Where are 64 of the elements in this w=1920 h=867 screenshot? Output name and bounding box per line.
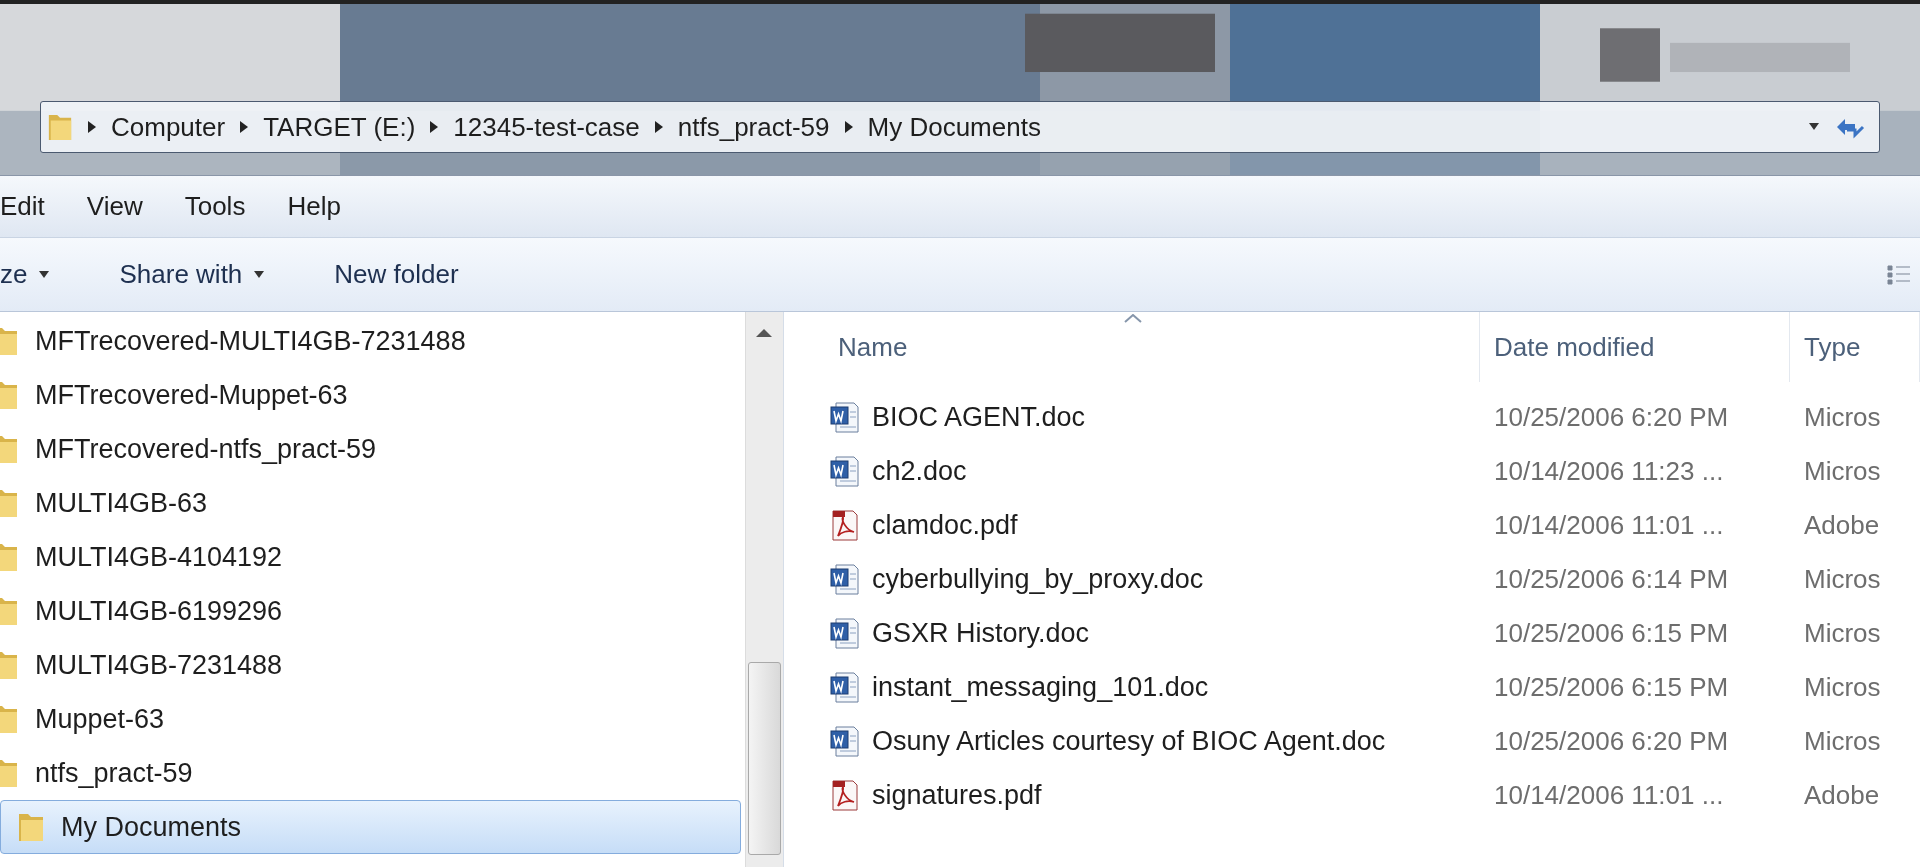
nav-folder-item[interactable]: Muppet-63	[0, 692, 741, 746]
date-modified: 10/25/2006 6:15 PM	[1493, 617, 1730, 649]
toolbar-button[interactable]: Share with	[119, 253, 265, 296]
file-name[interactable]: signatures.pdf	[872, 779, 1042, 811]
date-modified: 10/25/2006 6:14 PM	[1493, 563, 1730, 595]
breadcrumb-arrow-icon	[87, 121, 97, 133]
word-document-icon	[828, 616, 862, 650]
nav-folder-item[interactable]: MFTrecovered-ntfs_pract-59	[0, 422, 741, 476]
nav-folder-item[interactable]: MULTI4GB-6199296	[0, 584, 741, 638]
date-modified: 10/14/2006 11:23 ...	[1493, 455, 1725, 487]
date-modified: 10/14/2006 11:01 ...	[1493, 509, 1725, 541]
nav-folder-item[interactable]: MULTI4GB-63	[0, 476, 741, 530]
column-header[interactable]: Name	[824, 312, 1480, 382]
word-document-icon	[828, 724, 862, 758]
file-name[interactable]: clamdoc.pdf	[872, 509, 1018, 541]
column-header[interactable]: Date modified	[1480, 312, 1790, 382]
nav-folder-item[interactable]: MFTrecovered-MULTI4GB-7231488	[0, 314, 741, 368]
file-type: Micros	[1803, 725, 1882, 757]
breadcrumb-arrow-icon	[843, 121, 854, 133]
breadcrumb-arrow-icon	[653, 121, 664, 133]
date-modified: 10/25/2006 6:20 PM	[1493, 401, 1730, 433]
breadcrumb[interactable]: 12345-test-case	[453, 111, 640, 143]
file-name[interactable]: GSXR History.doc	[872, 617, 1090, 649]
file-type: Micros	[1803, 671, 1882, 703]
breadcrumb[interactable]: TARGET (E:)	[263, 111, 416, 143]
file-name[interactable]: instant_messaging_101.doc	[872, 671, 1209, 703]
word-document-icon	[828, 670, 862, 704]
address-bar[interactable]: Computer TARGET (E:) 12345-test-case ntfs_pract-59 My Documents	[40, 101, 1880, 153]
toolbar-button[interactable]: ze	[0, 253, 50, 296]
menu-item[interactable]: Tools	[184, 191, 246, 222]
file-name[interactable]: ch2.doc	[872, 455, 967, 487]
toolbar-button[interactable]: New folder	[334, 253, 459, 296]
menu-item[interactable]: Help	[287, 191, 341, 222]
file-type: Adobe	[1803, 779, 1881, 811]
file-type: Micros	[1803, 455, 1882, 487]
nav-folder-item[interactable]: MFTrecovered-Muppet-63	[0, 368, 741, 422]
menu-item[interactable]: View	[86, 191, 143, 222]
file-type: Micros	[1803, 617, 1882, 649]
file-name[interactable]: BIOC AGENT.doc	[872, 401, 1086, 433]
word-document-icon	[828, 562, 862, 596]
date-modified: 10/25/2006 6:20 PM	[1493, 725, 1730, 757]
file-name[interactable]: Osuny Articles courtesy of BIOC Agent.doc	[872, 725, 1386, 757]
scroll-up-arrow-icon[interactable]	[756, 328, 772, 338]
menu-item[interactable]: Edit	[0, 191, 45, 222]
date-modified: 10/25/2006 6:15 PM	[1493, 671, 1730, 703]
breadcrumb[interactable]: ntfs_pract-59	[677, 111, 830, 143]
view-options-icon[interactable]	[1886, 262, 1912, 287]
word-document-icon	[828, 454, 862, 488]
nav-folder-item[interactable]: MULTI4GB-4104192	[0, 530, 741, 584]
file-type: Adobe	[1803, 509, 1881, 541]
date-modified: 10/14/2006 11:01 ...	[1493, 779, 1725, 811]
column-header[interactable]: Type	[1790, 312, 1920, 382]
nav-folder-item[interactable]: My Documents	[0, 800, 741, 854]
file-type: Micros	[1803, 563, 1882, 595]
file-name[interactable]: cyberbullying_by_proxy.doc	[872, 563, 1204, 595]
breadcrumb[interactable]: My Documents	[867, 111, 1041, 143]
nav-folder-item[interactable]: MULTI4GB-7231488	[0, 638, 741, 692]
breadcrumb-arrow-icon	[239, 121, 250, 133]
file-type: Micros	[1803, 401, 1882, 433]
word-document-icon	[828, 400, 862, 434]
breadcrumb-arrow-icon	[429, 121, 440, 133]
breadcrumb[interactable]: Computer	[111, 111, 226, 143]
nav-folder-item[interactable]: ntfs_pract-59	[0, 746, 741, 800]
scrollbar[interactable]	[745, 312, 783, 867]
